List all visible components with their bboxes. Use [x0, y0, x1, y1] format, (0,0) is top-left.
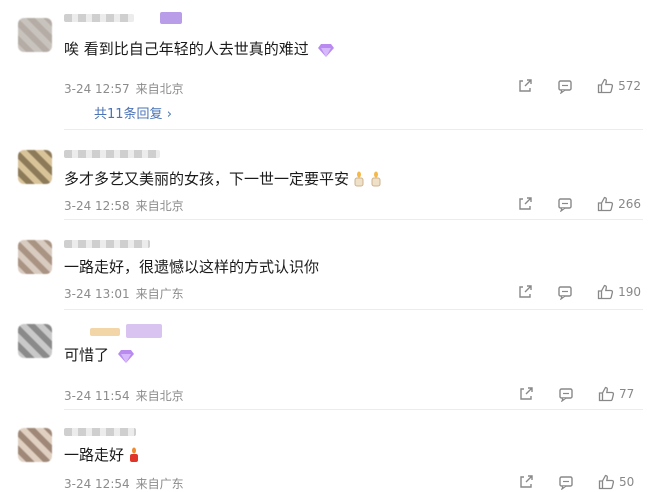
username-blurred[interactable]	[64, 428, 136, 436]
share-icon	[519, 285, 532, 298]
comment-date: 3-24 12:57	[64, 82, 130, 96]
comment-icon	[558, 80, 572, 94]
comment-date: 3-24 11:54	[64, 389, 130, 403]
avatar[interactable]	[18, 150, 52, 184]
share-icon	[520, 387, 533, 400]
like-count: 190	[618, 285, 641, 299]
comment-button[interactable]	[557, 78, 573, 94]
comment-text: 唉 看到比自己年轻的人去世真的难过	[64, 38, 337, 59]
like-button[interactable]: 572	[597, 78, 641, 94]
comment-text: 一路走好	[64, 444, 141, 465]
comment-actions: 50	[494, 472, 641, 492]
comment-icon	[559, 388, 573, 402]
share-button[interactable]	[518, 386, 534, 402]
comment-date: 3-24 12:54	[64, 477, 130, 491]
username-blurred[interactable]	[64, 14, 134, 22]
username-blurred[interactable]	[90, 328, 120, 336]
username-blurred[interactable]	[64, 150, 160, 158]
username-blurred[interactable]	[64, 240, 150, 248]
thumbs-up-icon	[597, 78, 614, 94]
replies-label: 共11条回复	[94, 107, 163, 122]
purple-diamond-icon	[317, 44, 334, 57]
user-badge	[160, 12, 182, 24]
comment-meta: 3-24 12:57 来自北京	[64, 80, 184, 97]
avatar[interactable]	[18, 240, 52, 274]
comment-meta: 3-24 12:58 来自北京	[64, 197, 184, 214]
comment-item: 一路走好，很遗憾以这样的方式认识你 3-24 13:01 来自广东 190	[0, 220, 651, 310]
comment-location: 来自广东	[135, 477, 184, 491]
avatar[interactable]	[18, 324, 52, 358]
like-count: 266	[618, 197, 641, 211]
comment-date: 3-24 12:58	[64, 199, 130, 213]
share-button[interactable]	[517, 78, 533, 94]
thumbs-up-icon	[598, 386, 615, 402]
candle-emoji	[371, 171, 381, 187]
like-button[interactable]: 266	[597, 196, 641, 212]
comment-text: 可惜了	[64, 344, 137, 365]
comment-icon	[558, 286, 572, 300]
thumbs-up-icon	[597, 196, 614, 212]
comment-meta: 3-24 12:54 来自广东	[64, 475, 184, 492]
comment-location: 来自北京	[135, 82, 184, 96]
share-icon	[519, 197, 532, 210]
comment-location: 来自北京	[135, 199, 184, 213]
comment-button[interactable]	[557, 196, 573, 212]
comment-text: 多才多艺又美丽的女孩，下一世一定要平安	[64, 168, 383, 189]
comment-item: 一路走好 3-24 12:54 来自广东 50	[0, 410, 651, 491]
comment-icon	[558, 198, 572, 212]
comment-actions: 77	[494, 384, 641, 404]
thumbs-up-icon	[597, 284, 614, 300]
chevron-right-icon: ›	[166, 107, 172, 122]
comment-item: 唉 看到比自己年轻的人去世真的难过 3-24 12:57 来自北京 572 共11…	[0, 0, 651, 130]
comment-actions: 190	[493, 282, 641, 302]
like-button[interactable]: 77	[598, 386, 641, 402]
comment-button[interactable]	[558, 386, 574, 402]
user-badge	[126, 324, 162, 338]
like-button[interactable]: 190	[597, 284, 641, 300]
purple-diamond-icon	[118, 350, 135, 363]
view-replies-link[interactable]: 共11条回复 ›	[94, 103, 172, 122]
comment-item: 可惜了 3-24 11:54 来自北京 77	[0, 310, 651, 410]
like-count: 50	[619, 475, 635, 489]
comment-actions: 266	[493, 194, 641, 214]
candle-emoji	[354, 171, 364, 187]
comment-location: 来自北京	[135, 389, 184, 403]
comment-text: 一路走好，很遗憾以这样的方式认识你	[64, 258, 320, 276]
comment-location: 来自广东	[135, 287, 184, 301]
share-button[interactable]	[517, 284, 533, 300]
comment-meta: 3-24 13:01 来自广东	[64, 285, 184, 302]
candle-emoji	[130, 447, 139, 462]
avatar[interactable]	[18, 428, 52, 462]
comment-button[interactable]	[557, 284, 573, 300]
comment-actions: 572	[493, 76, 641, 96]
like-count: 572	[618, 79, 641, 93]
avatar[interactable]	[18, 18, 52, 52]
share-icon	[519, 79, 532, 92]
share-button[interactable]	[517, 196, 533, 212]
like-count: 77	[619, 387, 635, 401]
comment-item: 多才多艺又美丽的女孩，下一世一定要平安 3-24 12:58 来自北京 266	[0, 130, 651, 220]
comment-date: 3-24 13:01	[64, 287, 130, 301]
comment-meta: 3-24 11:54 来自北京	[64, 387, 184, 404]
